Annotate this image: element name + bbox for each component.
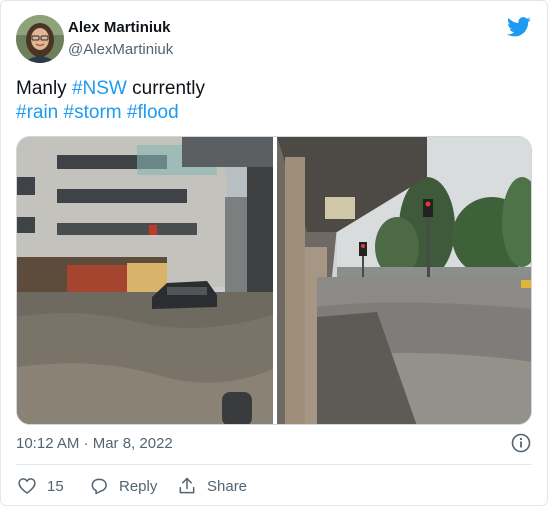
author-handle[interactable]: @AlexMartiniuk	[68, 41, 173, 58]
avatar[interactable]	[16, 15, 64, 63]
divider-line	[16, 464, 532, 465]
hashtag-nsw[interactable]: #NSW	[72, 78, 127, 99]
photo-flooded-street-right[interactable]	[277, 137, 532, 425]
tweet-card: Alex Martiniuk @AlexMartiniuk Manly #NSW…	[0, 0, 548, 506]
share-icon	[179, 477, 195, 494]
avatar-image	[16, 15, 64, 63]
tweet-text-plain: currently	[126, 78, 206, 99]
reply-button[interactable]: Reply	[89, 475, 157, 497]
twitter-bird-icon[interactable]	[507, 17, 531, 37]
media-gallery	[16, 136, 532, 425]
heart-icon	[18, 478, 36, 494]
reply-icon	[91, 478, 107, 495]
tweet-text-plain: Manly	[16, 78, 72, 99]
hashtag-storm[interactable]: #storm	[64, 102, 122, 123]
like-button[interactable]: 15	[17, 475, 64, 497]
info-icon[interactable]	[511, 433, 531, 453]
tweet-text: Manly #NSW currently #rain #storm #flood	[16, 77, 205, 125]
photo-flooded-street-left[interactable]	[17, 137, 273, 425]
like-count: 15	[47, 477, 64, 495]
author-name[interactable]: Alex Martiniuk	[68, 19, 171, 36]
hashtag-rain[interactable]: #rain	[16, 102, 58, 123]
share-label: Share	[207, 477, 248, 495]
tweet-text-line-2: #rain #storm #flood	[16, 101, 205, 125]
share-button[interactable]: Share	[177, 475, 247, 497]
tweet-text-line-1: Manly #NSW currently	[16, 77, 205, 101]
hashtag-flood[interactable]: #flood	[127, 102, 179, 123]
tweet-timestamp[interactable]: 10:12 AM · Mar 8, 2022	[16, 435, 173, 452]
reply-label: Reply	[119, 477, 158, 495]
